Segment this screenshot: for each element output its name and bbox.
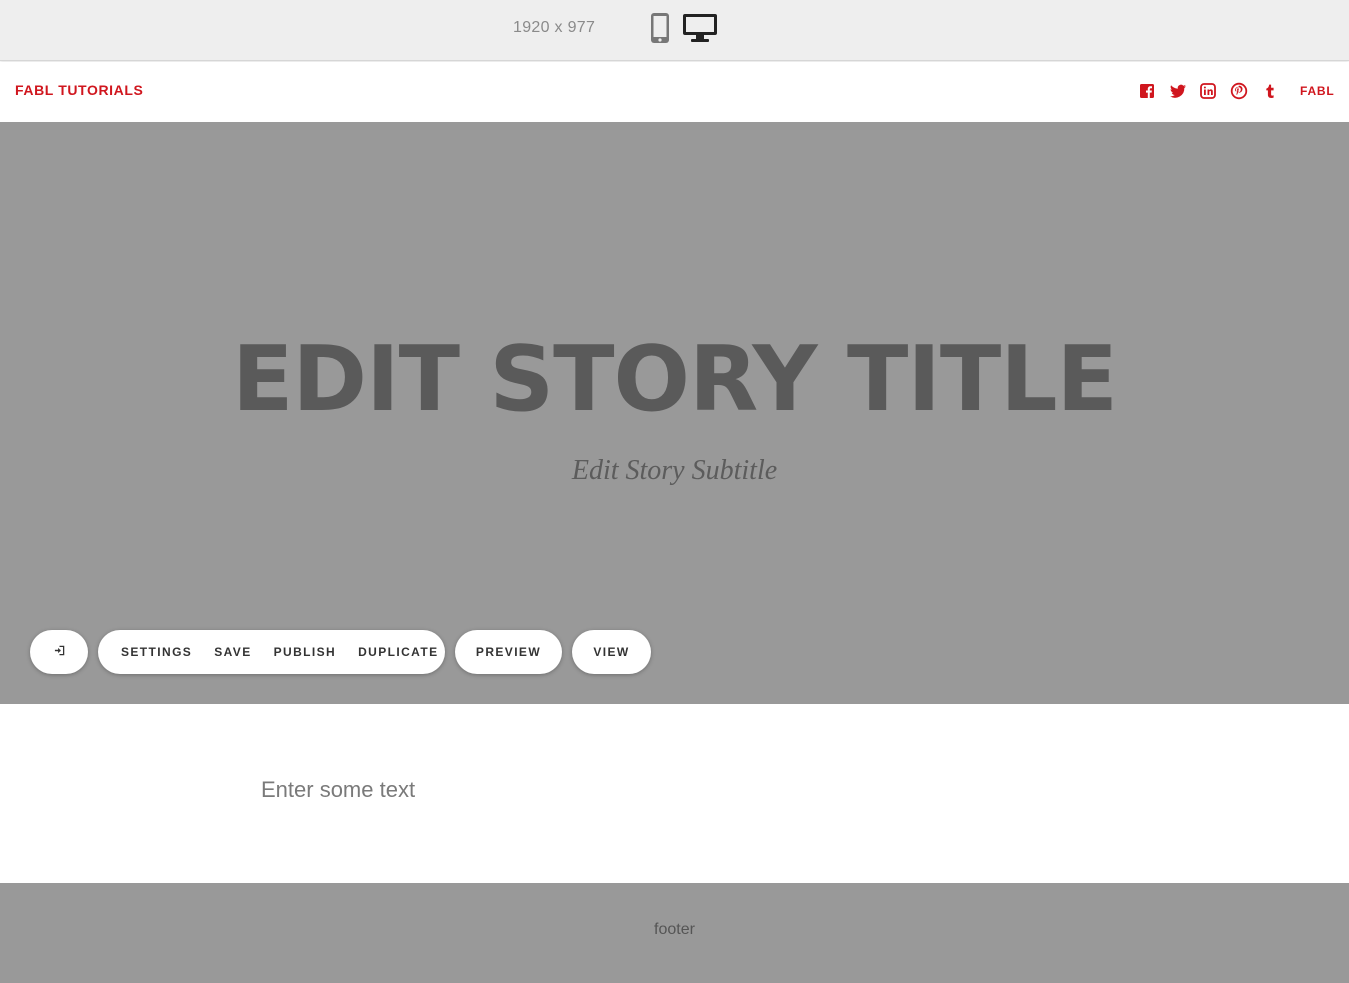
- page-footer: footer: [0, 883, 1349, 983]
- mobile-phone-icon[interactable]: [649, 12, 671, 44]
- preview-button[interactable]: PREVIEW: [476, 645, 541, 659]
- tumblr-icon[interactable]: [1261, 82, 1279, 100]
- view-button[interactable]: VIEW: [593, 645, 629, 659]
- brand-link[interactable]: FABL TUTORIALS: [15, 82, 143, 98]
- settings-button[interactable]: SETTINGS: [121, 645, 192, 659]
- publish-button[interactable]: PUBLISH: [274, 645, 336, 659]
- fabl-link[interactable]: FABL: [1300, 84, 1335, 98]
- story-hero: EDIT STORY TITLE Edit Story Subtitle SET…: [0, 122, 1349, 704]
- view-pill: VIEW: [572, 630, 651, 674]
- save-button[interactable]: SAVE: [214, 645, 251, 659]
- story-title[interactable]: EDIT STORY TITLE: [0, 335, 1349, 425]
- site-header: FABL TUTORIALS FABL: [0, 62, 1349, 122]
- preview-pill: PREVIEW: [455, 630, 562, 674]
- device-toolbar: 1920 x 977: [0, 0, 1349, 61]
- sign-out-icon: [54, 643, 65, 661]
- footer-text: footer: [654, 921, 695, 938]
- desktop-monitor-icon[interactable]: [682, 12, 718, 44]
- story-text-input[interactable]: Enter some text: [261, 777, 561, 803]
- facebook-icon[interactable]: [1138, 82, 1156, 100]
- twitter-icon[interactable]: [1169, 82, 1187, 100]
- editor-actions-group: SETTINGS SAVE PUBLISH DUPLICATE: [98, 630, 445, 674]
- device-dimensions: 1920 x 977: [513, 19, 596, 36]
- duplicate-button[interactable]: DUPLICATE: [358, 645, 438, 659]
- linkedin-icon[interactable]: [1199, 82, 1217, 100]
- pinterest-icon[interactable]: [1230, 82, 1248, 100]
- story-subtitle[interactable]: Edit Story Subtitle: [0, 455, 1349, 487]
- exit-button[interactable]: [30, 630, 88, 674]
